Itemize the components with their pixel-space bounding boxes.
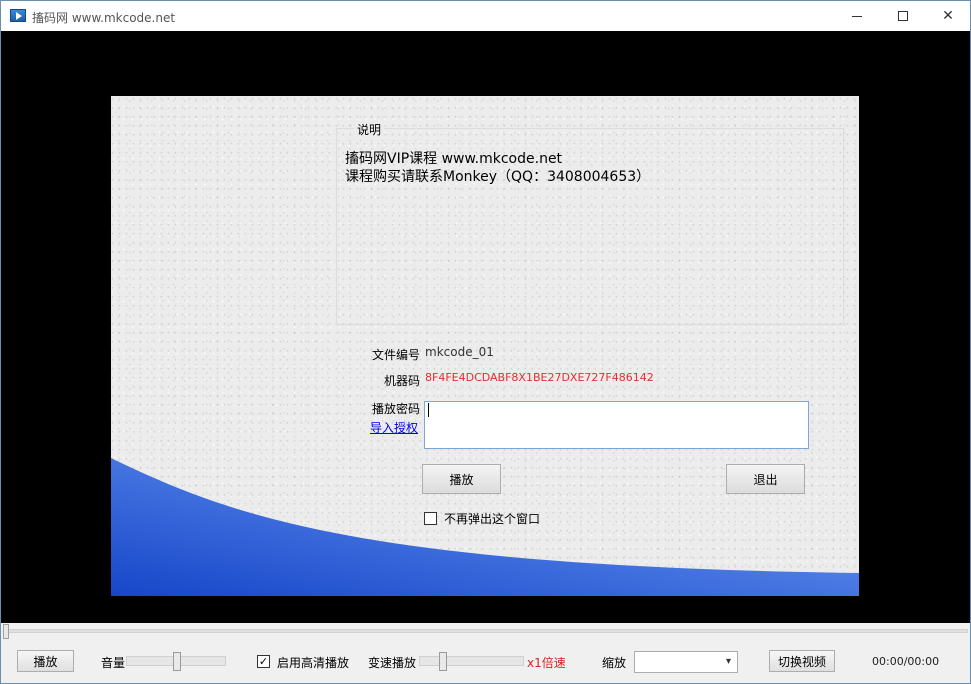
maximize-icon — [898, 11, 908, 21]
dialog-play-button[interactable]: 播放 — [422, 464, 501, 494]
chevron-down-icon: ▾ — [725, 656, 731, 667]
file-id-label: 文件编号 — [372, 348, 421, 362]
video-area: 说明 搐码网VIP课程 www.mkcode.net 课程购买请联系Monkey… — [1, 31, 970, 623]
minimize-button[interactable] — [834, 1, 880, 31]
volume-label: 音量 — [101, 656, 126, 670]
import-license-link[interactable]: 导入授权 — [370, 419, 418, 436]
no-popup-label: 不再弹出这个窗口 — [444, 512, 541, 526]
time-display: 00:00/00:00 — [872, 655, 940, 668]
text-caret — [428, 403, 429, 417]
control-bar: 播放 音量 ✓ 启用高清播放 变速播放 x1倍速 缩放 ▾ 切换视频 00:00… — [1, 641, 970, 683]
window-title: 搐码网 www.mkcode.net — [32, 11, 176, 25]
description-group-title: 说明 — [354, 121, 385, 138]
hd-label: 启用高清播放 — [277, 656, 350, 670]
maximize-button[interactable] — [880, 1, 926, 31]
password-input[interactable] — [424, 401, 809, 449]
minimize-icon — [852, 15, 862, 17]
hd-checkbox[interactable]: ✓ — [257, 655, 270, 668]
switch-video-button[interactable]: 切换视频 — [769, 650, 835, 672]
description-line-2: 课程购买请联系Monkey（QQ：3408004653） — [345, 169, 651, 185]
description-line-1: 搐码网VIP课程 www.mkcode.net — [345, 151, 563, 167]
app-window: 搐码网 www.mkcode.net ✕ 说明 搐码网VIP课程 www.mkc… — [0, 0, 971, 684]
play-button[interactable]: 播放 — [17, 650, 74, 672]
speed-value: x1倍速 — [527, 656, 566, 670]
progress-thumb[interactable] — [3, 624, 9, 639]
password-label: 播放密码 — [372, 402, 421, 416]
speed-slider[interactable] — [419, 652, 524, 671]
speed-slider-thumb[interactable] — [439, 652, 447, 671]
progress-bar[interactable] — [1, 623, 970, 641]
file-id-value: mkcode_01 — [425, 345, 494, 359]
close-button[interactable]: ✕ — [925, 1, 971, 31]
machine-code-value: 8F4FE4DCDABF8X1BE27DXE727F486142 — [425, 371, 654, 384]
license-dialog: 说明 搐码网VIP课程 www.mkcode.net 课程购买请联系Monkey… — [111, 96, 859, 596]
dialog-exit-button[interactable]: 退出 — [726, 464, 805, 494]
zoom-label: 缩放 — [602, 656, 627, 670]
title-bar: 搐码网 www.mkcode.net ✕ — [1, 1, 970, 31]
progress-track — [3, 629, 968, 633]
volume-slider[interactable] — [126, 652, 226, 671]
video-app-icon — [10, 9, 26, 22]
volume-slider-thumb[interactable] — [173, 652, 181, 671]
speed-label: 变速播放 — [368, 656, 417, 670]
machine-code-label: 机器码 — [384, 374, 421, 388]
close-icon: ✕ — [942, 8, 954, 24]
zoom-select[interactable]: ▾ — [634, 651, 738, 673]
no-popup-checkbox[interactable] — [424, 512, 437, 525]
